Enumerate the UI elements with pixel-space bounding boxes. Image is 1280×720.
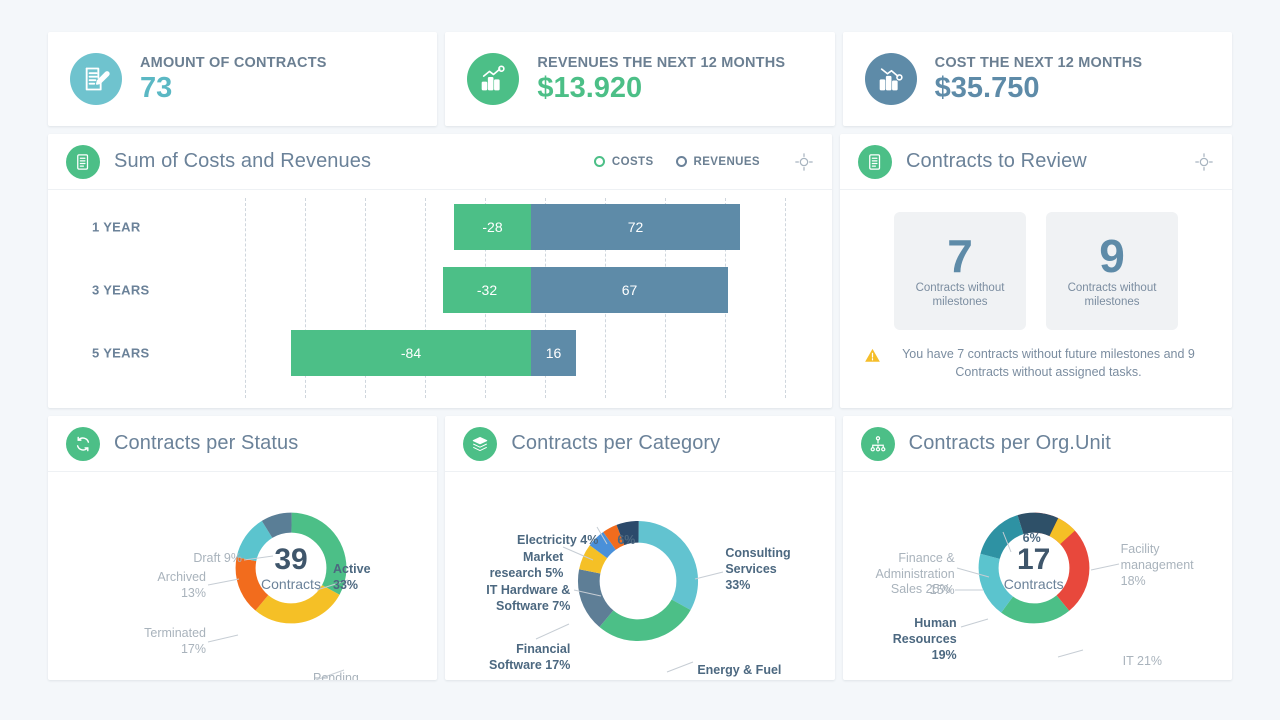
bar-segment-costs: -84 [291,330,531,376]
donut-label-archived: Archived 13% [157,570,206,600]
review-body: 7 Contracts without milestones 9 Contrac… [840,190,1232,381]
kpi-text: COST THE NEXT 12 MONTHS $35.750 [935,55,1143,103]
bar-segment-costs: -28 [454,204,531,250]
org-chart-icon [860,426,895,461]
donut-label-active: Active 33% [333,562,371,592]
status-donut: 39 Contracts Draft 9% Archived 13% Termi… [48,472,437,680]
donut-label-human-resources: Human Resources 19% [892,616,957,662]
crosshair-icon[interactable] [794,152,814,172]
bar-category-label: 3 YEARS [92,282,150,298]
donut-label-other: 6% [1022,531,1041,545]
kpi-label: COST THE NEXT 12 MONTHS [934,54,1143,71]
review-boxes: 7 Contracts without milestones 9 Contrac… [864,212,1208,330]
kpi-text: AMOUNT OF CONTRACTS 73 [140,55,327,103]
donut-label-energy-fuel: Energy & Fuel 28% [697,663,782,680]
bar-segment-revenues: 72 [531,204,740,250]
legend-item-revenues[interactable]: REVENUES [675,155,760,168]
crosshair-icon[interactable] [1194,152,1214,172]
kpi-label: REVENUES THE NEXT 12 MONTHS [537,54,786,71]
contracts-per-category-card: Contracts per Category Electricity 4% 6%… [445,416,835,680]
legend-label: REVENUES [693,155,760,168]
donut-wrap: 39 Contracts Draft 9% Archived 13% Termi… [48,472,437,680]
review-caption: Contracts without milestones [1067,281,1157,308]
review-box-without-tasks[interactable]: 9 Contracts without milestones [1046,212,1178,330]
costs-revenues-card: Sum of Costs and Revenues COSTS REVENUES [48,134,832,408]
donut-label-it: IT 21% [1122,654,1163,668]
donut-label-financial-software: Financial Software 17% [489,642,571,672]
bar-chart-up-icon [467,53,520,105]
donut-label-facility-management: Facility management 18% [1120,542,1194,588]
donut-label-pending: Pending 28% [313,671,359,680]
document-pencil-icon [70,53,122,105]
bar-rows: 1 YEAR -28 72 3 YEARS -32 67 5 YEARS -84… [48,190,832,408]
review-value: 7 [947,229,973,282]
donut-label-other: 6% [617,533,636,547]
donut-label-consulting-services: Consulting Services 33% [725,546,791,592]
document-list-icon [66,144,100,179]
orgunit-donut: 17 Contracts 6% Finance & Administration… [843,472,1232,680]
contracts-to-review-card: Contracts to Review 7 Contracts without … [840,134,1232,408]
kpi-row: AMOUNT OF CONTRACTS 73 REVENUES THE NEXT… [48,32,1232,126]
donut-row: Contracts per Status 39 Contracts Draft … [48,416,1232,680]
review-note-text: You have 7 contracts without future mile… [902,347,1195,379]
layers-icon [463,426,498,461]
status-header: Contracts per Status [48,416,438,472]
kpi-text: REVENUES THE NEXT 12 MONTHS $13.920 [537,55,785,103]
card-title: Contracts per Status [114,432,299,454]
kpi-card-revenues-next-12-months[interactable]: REVENUES THE NEXT 12 MONTHS $13.920 [445,32,835,126]
bar-chart-down-icon [864,53,917,105]
donut-label-draft: Draft 9% [193,551,242,565]
category-header: Contracts per Category [445,416,835,472]
card-title: Contracts to Review [906,150,1087,172]
bar-row[interactable]: 3 YEARS -32 67 [48,267,832,313]
kpi-label: AMOUNT OF CONTRACTS [140,54,327,71]
legend-dot-costs [593,156,605,167]
warning-triangle-icon [864,347,881,364]
review-note: You have 7 contracts without future mile… [864,346,1208,381]
review-box-without-milestones[interactable]: 7 Contracts without milestones [894,212,1026,330]
bar-category-label: 5 YEARS [92,345,150,361]
bar-row[interactable]: 1 YEAR -28 72 [48,204,832,250]
costs-revenues-header: Sum of Costs and Revenues COSTS REVENUES [48,134,832,190]
kpi-value: $35.750 [934,71,1040,104]
bar-category-label: 1 YEAR [92,219,141,235]
card-title: Contracts per Org.Unit [908,432,1111,454]
kpi-card-amount-of-contracts[interactable]: AMOUNT OF CONTRACTS 73 [48,32,438,126]
kpi-value: 73 [140,71,173,104]
bar-chart: 1 YEAR -28 72 3 YEARS -32 67 5 YEARS -84… [48,190,832,408]
donut-label-market-research: Market research 5% [489,550,564,580]
donut-label-terminated: Terminated 17% [144,626,206,656]
review-value: 9 [1099,229,1125,282]
donut-label-electricity: Electricity 4% [517,533,599,547]
review-header: Contracts to Review [840,134,1232,190]
category-donut: Electricity 4% 6% Market research 5% IT … [445,472,834,680]
middle-row: Sum of Costs and Revenues COSTS REVENUES [48,134,1232,408]
card-title: Contracts per Category [511,432,721,454]
donut-wrap: Electricity 4% 6% Market research 5% IT … [445,472,834,680]
card-title: Sum of Costs and Revenues [114,150,372,172]
bar-row[interactable]: 5 YEARS -84 16 [48,330,832,376]
legend-label: COSTS [611,155,654,168]
legend-dot-revenues [675,156,687,167]
kpi-value: $13.920 [537,71,643,104]
chart-legend: COSTS REVENUES [593,155,760,168]
review-caption: Contracts without milestones [915,281,1005,308]
kpi-card-cost-next-12-months[interactable]: COST THE NEXT 12 MONTHS $35.750 [842,32,1232,126]
contracts-per-status-card: Contracts per Status 39 Contracts Draft … [48,416,438,680]
legend-item-costs[interactable]: COSTS [593,155,654,168]
bar-segment-revenues: 16 [531,330,576,376]
contracts-per-orgunit-card: Contracts per Org.Unit 17 Contracts 6% F… [842,416,1232,680]
bar-segment-costs: -32 [443,267,531,313]
donut-wrap: 17 Contracts 6% Finance & Administration… [843,472,1232,680]
document-list-icon [858,144,892,179]
donut-label-sales: Sales 25% [890,582,951,596]
refresh-cycle-icon [66,426,100,461]
bar-segment-revenues: 67 [531,267,728,313]
dashboard-root: AMOUNT OF CONTRACTS 73 REVENUES THE NEXT… [0,0,1280,720]
donut-label-it-hardware-software: IT Hardware & Software 7% [486,583,571,613]
orgunit-header: Contracts per Org.Unit [842,416,1232,472]
